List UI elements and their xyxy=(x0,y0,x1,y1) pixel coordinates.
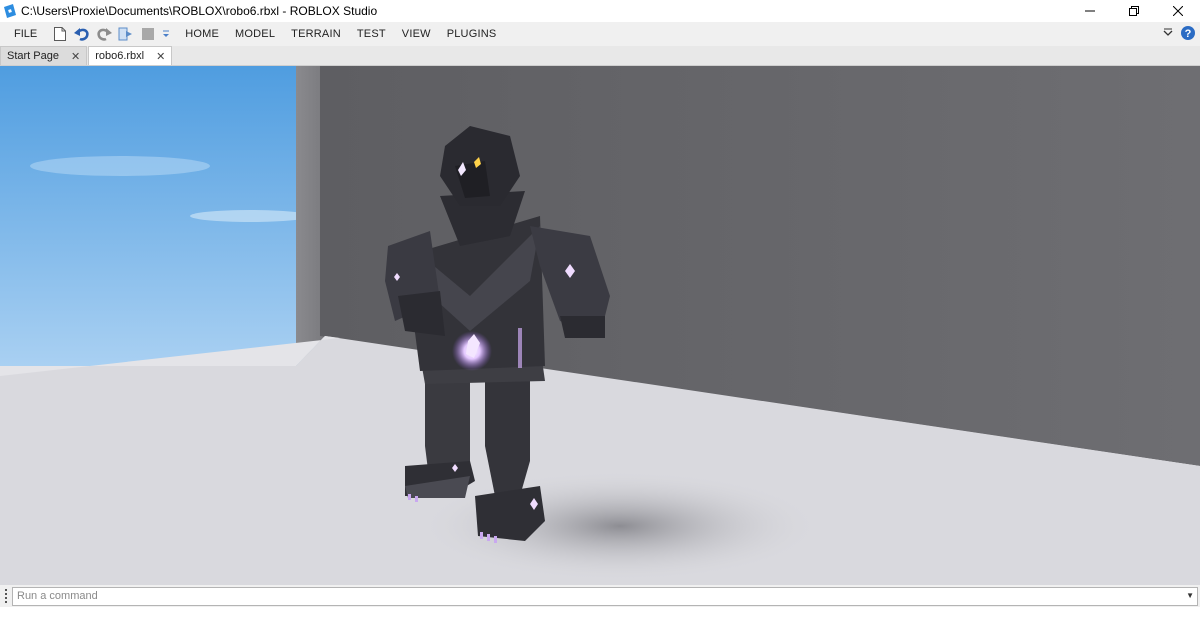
window-title: C:\Users\Proxie\Documents\ROBLOX\robo6.r… xyxy=(21,4,378,18)
roblox-studio-icon xyxy=(4,4,16,18)
close-button[interactable] xyxy=(1156,0,1200,22)
document-tab-bar: Start Page ✕ robo6.rbxl ✕ xyxy=(0,46,1200,66)
tab-plugins[interactable]: PLUGINS xyxy=(439,28,505,40)
tab-view[interactable]: VIEW xyxy=(394,28,439,40)
import-button[interactable] xyxy=(117,25,135,43)
restore-button[interactable] xyxy=(1112,0,1156,22)
restore-icon xyxy=(1129,6,1139,16)
quick-access-toolbar xyxy=(51,25,171,43)
customize-dropdown-button[interactable] xyxy=(161,25,171,43)
close-tab-icon[interactable]: ✕ xyxy=(71,50,80,63)
command-input[interactable] xyxy=(12,586,1198,606)
tab-start-page[interactable]: Start Page ✕ xyxy=(0,46,88,65)
stop-button[interactable] xyxy=(139,25,157,43)
toolbar-grip-icon[interactable] xyxy=(2,588,10,604)
svg-text:?: ? xyxy=(1185,28,1192,40)
menu-bar: FILE HOME MODEL TERRAIN TEST VIEW PLUGIN… xyxy=(0,22,1200,46)
redo-icon xyxy=(97,28,113,41)
tab-terrain[interactable]: TERRAIN xyxy=(283,28,349,40)
ribbon-tabs: HOME MODEL TERRAIN TEST VIEW PLUGINS xyxy=(177,28,504,40)
minimize-icon xyxy=(1085,10,1095,12)
customize-dropdown-icon xyxy=(163,30,170,37)
close-icon xyxy=(1173,6,1183,16)
tab-label: Start Page xyxy=(7,50,59,62)
collapse-ribbon-icon[interactable] xyxy=(1162,27,1174,39)
menu-right-controls: ? xyxy=(1162,25,1196,41)
stop-icon xyxy=(142,28,155,40)
minimize-button[interactable] xyxy=(1068,0,1112,22)
tab-label: robo6.rbxl xyxy=(95,50,145,62)
tab-home[interactable]: HOME xyxy=(177,28,227,40)
undo-button[interactable] xyxy=(73,25,91,43)
undo-icon xyxy=(74,28,89,41)
title-bar: C:\Users\Proxie\Documents\ROBLOX\robo6.r… xyxy=(0,0,1200,22)
import-icon xyxy=(118,27,133,41)
tab-model[interactable]: MODEL xyxy=(227,28,283,40)
window-controls xyxy=(1068,0,1200,22)
tab-test[interactable]: TEST xyxy=(349,28,394,40)
redo-button[interactable] xyxy=(95,25,113,43)
command-bar: ▼ xyxy=(0,585,1200,607)
tab-robo6[interactable]: robo6.rbxl ✕ xyxy=(88,46,173,65)
file-menu[interactable]: FILE xyxy=(0,28,51,40)
chevron-down-icon[interactable]: ▼ xyxy=(1186,591,1194,600)
scene-render xyxy=(0,66,1200,585)
new-file-icon xyxy=(54,27,67,41)
3d-viewport[interactable] xyxy=(0,66,1200,585)
status-area xyxy=(0,607,1200,638)
help-icon[interactable]: ? xyxy=(1180,25,1196,41)
close-tab-icon[interactable]: ✕ xyxy=(156,50,165,63)
new-file-button[interactable] xyxy=(51,25,69,43)
